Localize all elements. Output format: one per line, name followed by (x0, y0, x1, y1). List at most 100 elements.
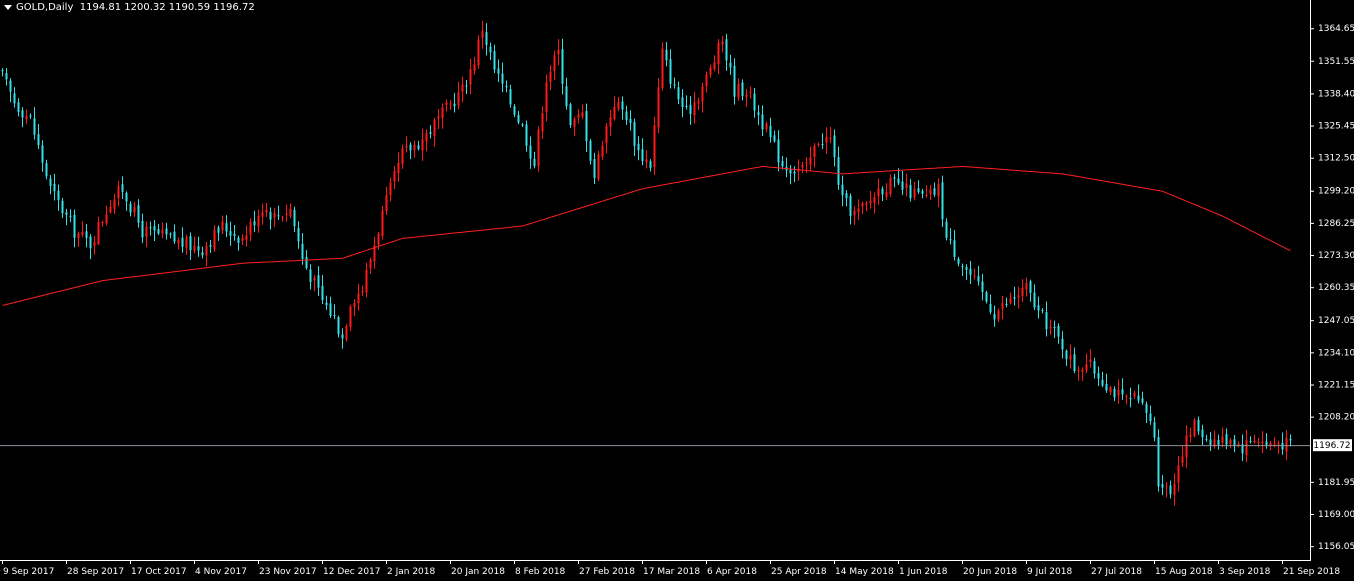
candle (481, 20, 484, 49)
candle-body (249, 221, 252, 235)
candle-body (1057, 325, 1060, 337)
candle-body (25, 116, 28, 120)
candle (741, 79, 744, 101)
candle-body (489, 46, 492, 53)
candle (329, 296, 332, 318)
candle (661, 42, 664, 91)
candle (637, 136, 640, 161)
candle-body (273, 213, 276, 218)
candle (825, 127, 828, 154)
candle-body (113, 199, 116, 210)
candle (1001, 295, 1004, 320)
candle-body (209, 245, 212, 247)
price-chart[interactable]: 1364.65 1351.55 1338.40 1325.45 1312.50 1299.… (0, 0, 1354, 581)
candle (1209, 432, 1212, 451)
candle (841, 175, 844, 207)
price-tick-label: 1312.50 (1318, 154, 1354, 164)
candle-body (961, 266, 964, 268)
candle-body (1049, 326, 1052, 329)
candle (457, 81, 460, 110)
candle (581, 104, 584, 120)
candle (813, 143, 816, 168)
candle-body (749, 91, 752, 93)
candle (1105, 373, 1108, 393)
candle-body (353, 303, 356, 308)
candle (773, 130, 776, 143)
candle (85, 223, 88, 248)
candle-body (125, 192, 128, 202)
candle (881, 186, 884, 201)
candle (1069, 344, 1072, 369)
candle (345, 324, 348, 342)
candle (709, 64, 712, 78)
candle-body (909, 184, 912, 199)
candle-body (397, 162, 400, 174)
candle (613, 96, 616, 121)
candle (1125, 394, 1128, 405)
candle-body (661, 48, 664, 88)
candle-body (985, 292, 988, 302)
candle-body (1029, 281, 1032, 293)
candle-body (1157, 437, 1160, 487)
candle-body (1017, 295, 1020, 298)
candle-body (13, 93, 16, 104)
candle-body (293, 209, 296, 227)
candle-body (901, 181, 904, 190)
candle-body (513, 106, 516, 115)
candle-body (37, 134, 40, 146)
candle-body (997, 310, 1000, 320)
candle (1, 68, 4, 77)
candle (521, 122, 524, 127)
price-tick-label: 1260.35 (1318, 283, 1354, 293)
candle-body (1105, 383, 1108, 391)
candle (753, 88, 756, 118)
candle-body (501, 73, 504, 84)
candle-body (1229, 439, 1232, 445)
candle-body (1013, 296, 1016, 299)
candle-body (361, 290, 364, 293)
candle-body (457, 92, 460, 106)
time-tick-label: 28 Sep 2017 (67, 567, 124, 577)
candle-body (921, 190, 924, 194)
candle-body (201, 252, 204, 256)
candle (1205, 434, 1208, 442)
candle (1037, 296, 1040, 319)
time-tick-label: 9 Jul 2018 (1027, 567, 1072, 577)
candle (289, 203, 292, 219)
candle (249, 218, 252, 242)
candle-body (721, 41, 724, 45)
candle (477, 35, 480, 69)
candle-body (257, 215, 260, 227)
candle (1253, 434, 1256, 444)
candle-body (553, 55, 556, 71)
candle (885, 183, 888, 200)
candle (1237, 441, 1240, 448)
candle (905, 173, 908, 197)
candle (517, 110, 520, 125)
time-tick-label: 15 Aug 2018 (1155, 567, 1213, 577)
time-tick-label: 23 Nov 2017 (259, 567, 317, 577)
candle-body (677, 87, 680, 100)
candle (961, 263, 964, 277)
candle-body (581, 112, 584, 117)
candle-body (445, 102, 448, 105)
candle-body (517, 115, 520, 123)
candle (749, 86, 752, 99)
candle (313, 275, 316, 292)
candle-body (1265, 441, 1268, 446)
candle (1117, 379, 1120, 404)
candle (1137, 384, 1140, 404)
candle-body (933, 188, 936, 195)
candle-body (5, 73, 8, 80)
candle (41, 140, 44, 172)
candle (561, 38, 564, 95)
candle (1013, 286, 1016, 306)
candles-layer (1, 20, 1292, 506)
candle (421, 128, 424, 161)
candle (701, 82, 704, 113)
candle-body (65, 212, 68, 215)
candle-body (225, 223, 228, 232)
price-tick-label: 1351.55 (1318, 57, 1354, 67)
candle-body (405, 145, 408, 148)
price-tick-label: 1273.30 (1318, 251, 1354, 261)
